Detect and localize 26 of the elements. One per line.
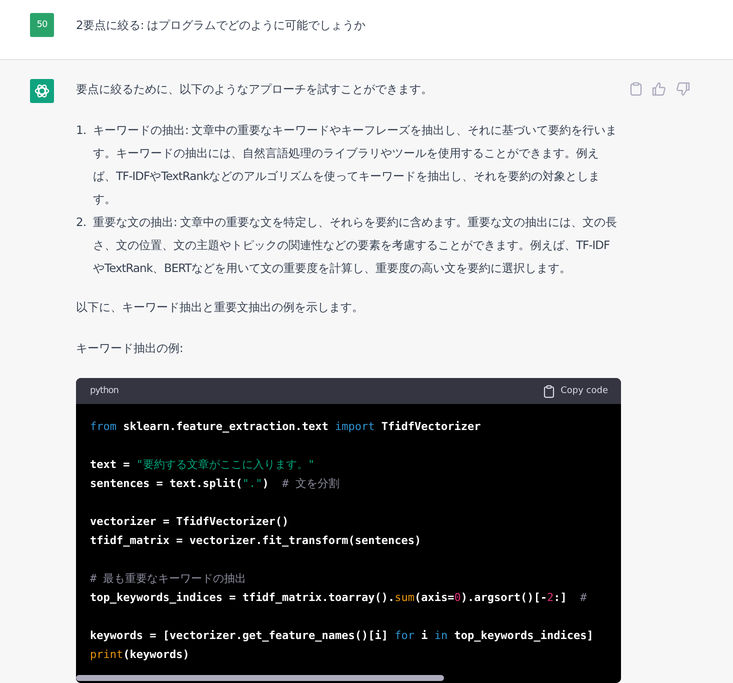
list-number: 1. [76, 122, 87, 139]
code-line: tfidf_matrix = vectorizer.fit_transform(sentences) [90, 533, 422, 549]
user-message: 2要点に絞る: はプログラムでどのように可能でしょうか [76, 17, 366, 34]
thumbs-up-icon[interactable] [652, 82, 666, 96]
code-line: keywords = [vectorizer.get_feature_names()[i] for i in top_keywords_indices] [90, 628, 594, 644]
copy-icon[interactable] [630, 82, 642, 96]
intro-text: 要点に絞るために、以下のようなアプローチを試すことができます。 [76, 81, 434, 98]
list-item-text: 重要な文の抽出: 文章中の重要な文を特定し、それらを要約に含めます。重要な文の抽出には、文の長さ、文の位置、文の主題やトピックの関連性などの要素を考慮することができます。例えば、TF-IDFやTextRank、BERTなどを用いて文の重要度を計算し、重要度の高い文を要約に選択します。 [93, 214, 618, 277]
code-line: print(keywords) [90, 647, 190, 663]
assistant-avatar-icon [30, 79, 54, 103]
copy-code-button[interactable]: Copy code [542, 384, 608, 398]
language-label: python [90, 386, 118, 396]
code-line: text = "要約する文章がここに入ります。" [90, 457, 315, 473]
list-number: 2. [76, 214, 87, 231]
clipboard-icon [542, 384, 555, 398]
code-line: sentences = text.split(".") # 文を分割 [90, 476, 340, 492]
list-item-text: キーワードの抽出: 文章中の重要なキーワードやキーフレーズを抽出し、それに基づいて要約を行います。キーワードの抽出には、自然言語処理のライブラリやツールを使用することができます。例えば、TF-IDFやTextRankなどのアルゴリズムを使ってキーワードを抽出し、それを要約の対象とします。 [93, 122, 618, 208]
thumbs-down-icon[interactable] [676, 82, 690, 96]
paragraph: キーワード抽出の例: [76, 340, 184, 357]
code-line: top_keywords_indices = tfidf_matrix.toarray().sum(axis=0).argsort()[-2:] # [90, 590, 587, 606]
code-line: # 最も重要なキーワードの抽出 [90, 571, 246, 587]
paragraph: 以下に、キーワード抽出と重要文抽出の例を示します。 [76, 299, 364, 316]
user-avatar: 50 [30, 13, 54, 37]
code-line: from sklearn.feature_extraction.text import TfidfVectorizer [90, 419, 481, 435]
code-line: vectorizer = TfidfVectorizer() [90, 514, 289, 530]
scrollbar-thumb[interactable] [76, 675, 444, 681]
